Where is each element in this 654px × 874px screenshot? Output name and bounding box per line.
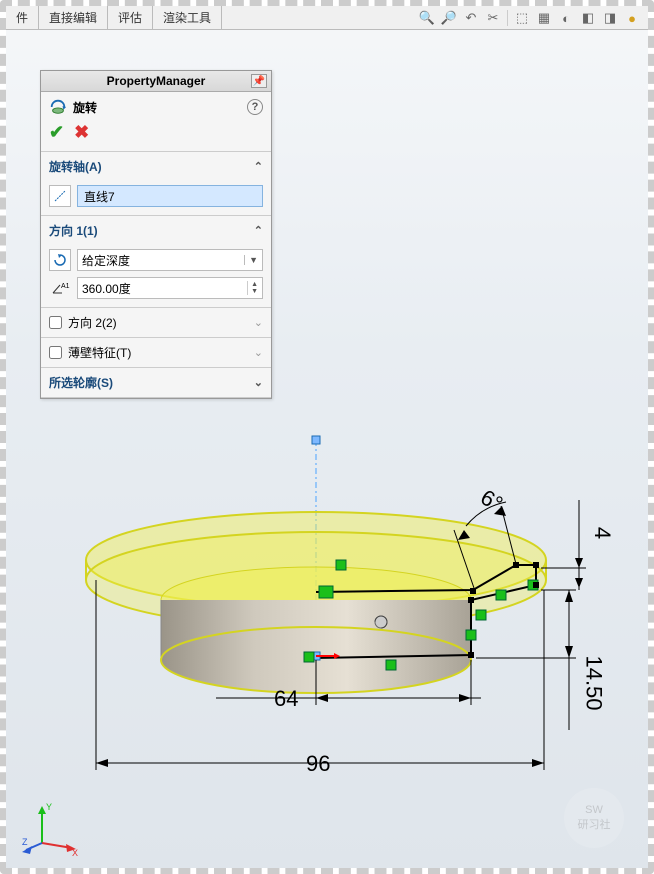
- separator: [507, 10, 508, 26]
- hide-show-icon[interactable]: ◐: [558, 10, 574, 26]
- apply-scene-icon[interactable]: ◧: [580, 10, 596, 26]
- edit-appearance-icon[interactable]: ●: [624, 10, 640, 26]
- display-style-icon[interactable]: ▦: [536, 10, 552, 26]
- zoom-area-icon[interactable]: 🔎: [441, 10, 457, 26]
- tab-parts[interactable]: 件: [6, 6, 39, 29]
- view-orientation-icon[interactable]: ⬚: [514, 10, 530, 26]
- svg-text:X: X: [72, 848, 78, 858]
- dimension-64[interactable]: 64: [274, 686, 298, 712]
- orientation-triad[interactable]: Y X Z: [22, 798, 82, 858]
- zoom-fit-icon[interactable]: 🔍: [419, 10, 435, 26]
- tab-direct-edit[interactable]: 直接编辑: [39, 6, 108, 29]
- watermark-line2: 研习社: [578, 816, 611, 832]
- svg-text:Z: Z: [22, 837, 28, 847]
- dimension-1450[interactable]: 14.50: [581, 655, 607, 710]
- dimension-96[interactable]: 96: [306, 751, 330, 777]
- dimension-4[interactable]: 4: [589, 527, 615, 539]
- view-toolbar: 🔍 🔎 ↶ ✂ ⬚ ▦ ◐ ◧ ◨ ●: [411, 6, 648, 30]
- watermark-line1: SW: [585, 804, 603, 816]
- tab-render-tools[interactable]: 渲染工具: [153, 6, 222, 29]
- svg-text:Y: Y: [46, 802, 52, 812]
- model-preview: [46, 430, 616, 830]
- tab-evaluate[interactable]: 评估: [108, 6, 153, 29]
- view-settings-icon[interactable]: ◨: [602, 10, 618, 26]
- graphics-viewport[interactable]: 64 96 6° 4 14.50 Y X Z SW 研习社: [6, 30, 648, 868]
- section-view-icon[interactable]: ✂: [485, 10, 501, 26]
- prev-view-icon[interactable]: ↶: [463, 10, 479, 26]
- watermark: SW 研习社: [564, 788, 624, 848]
